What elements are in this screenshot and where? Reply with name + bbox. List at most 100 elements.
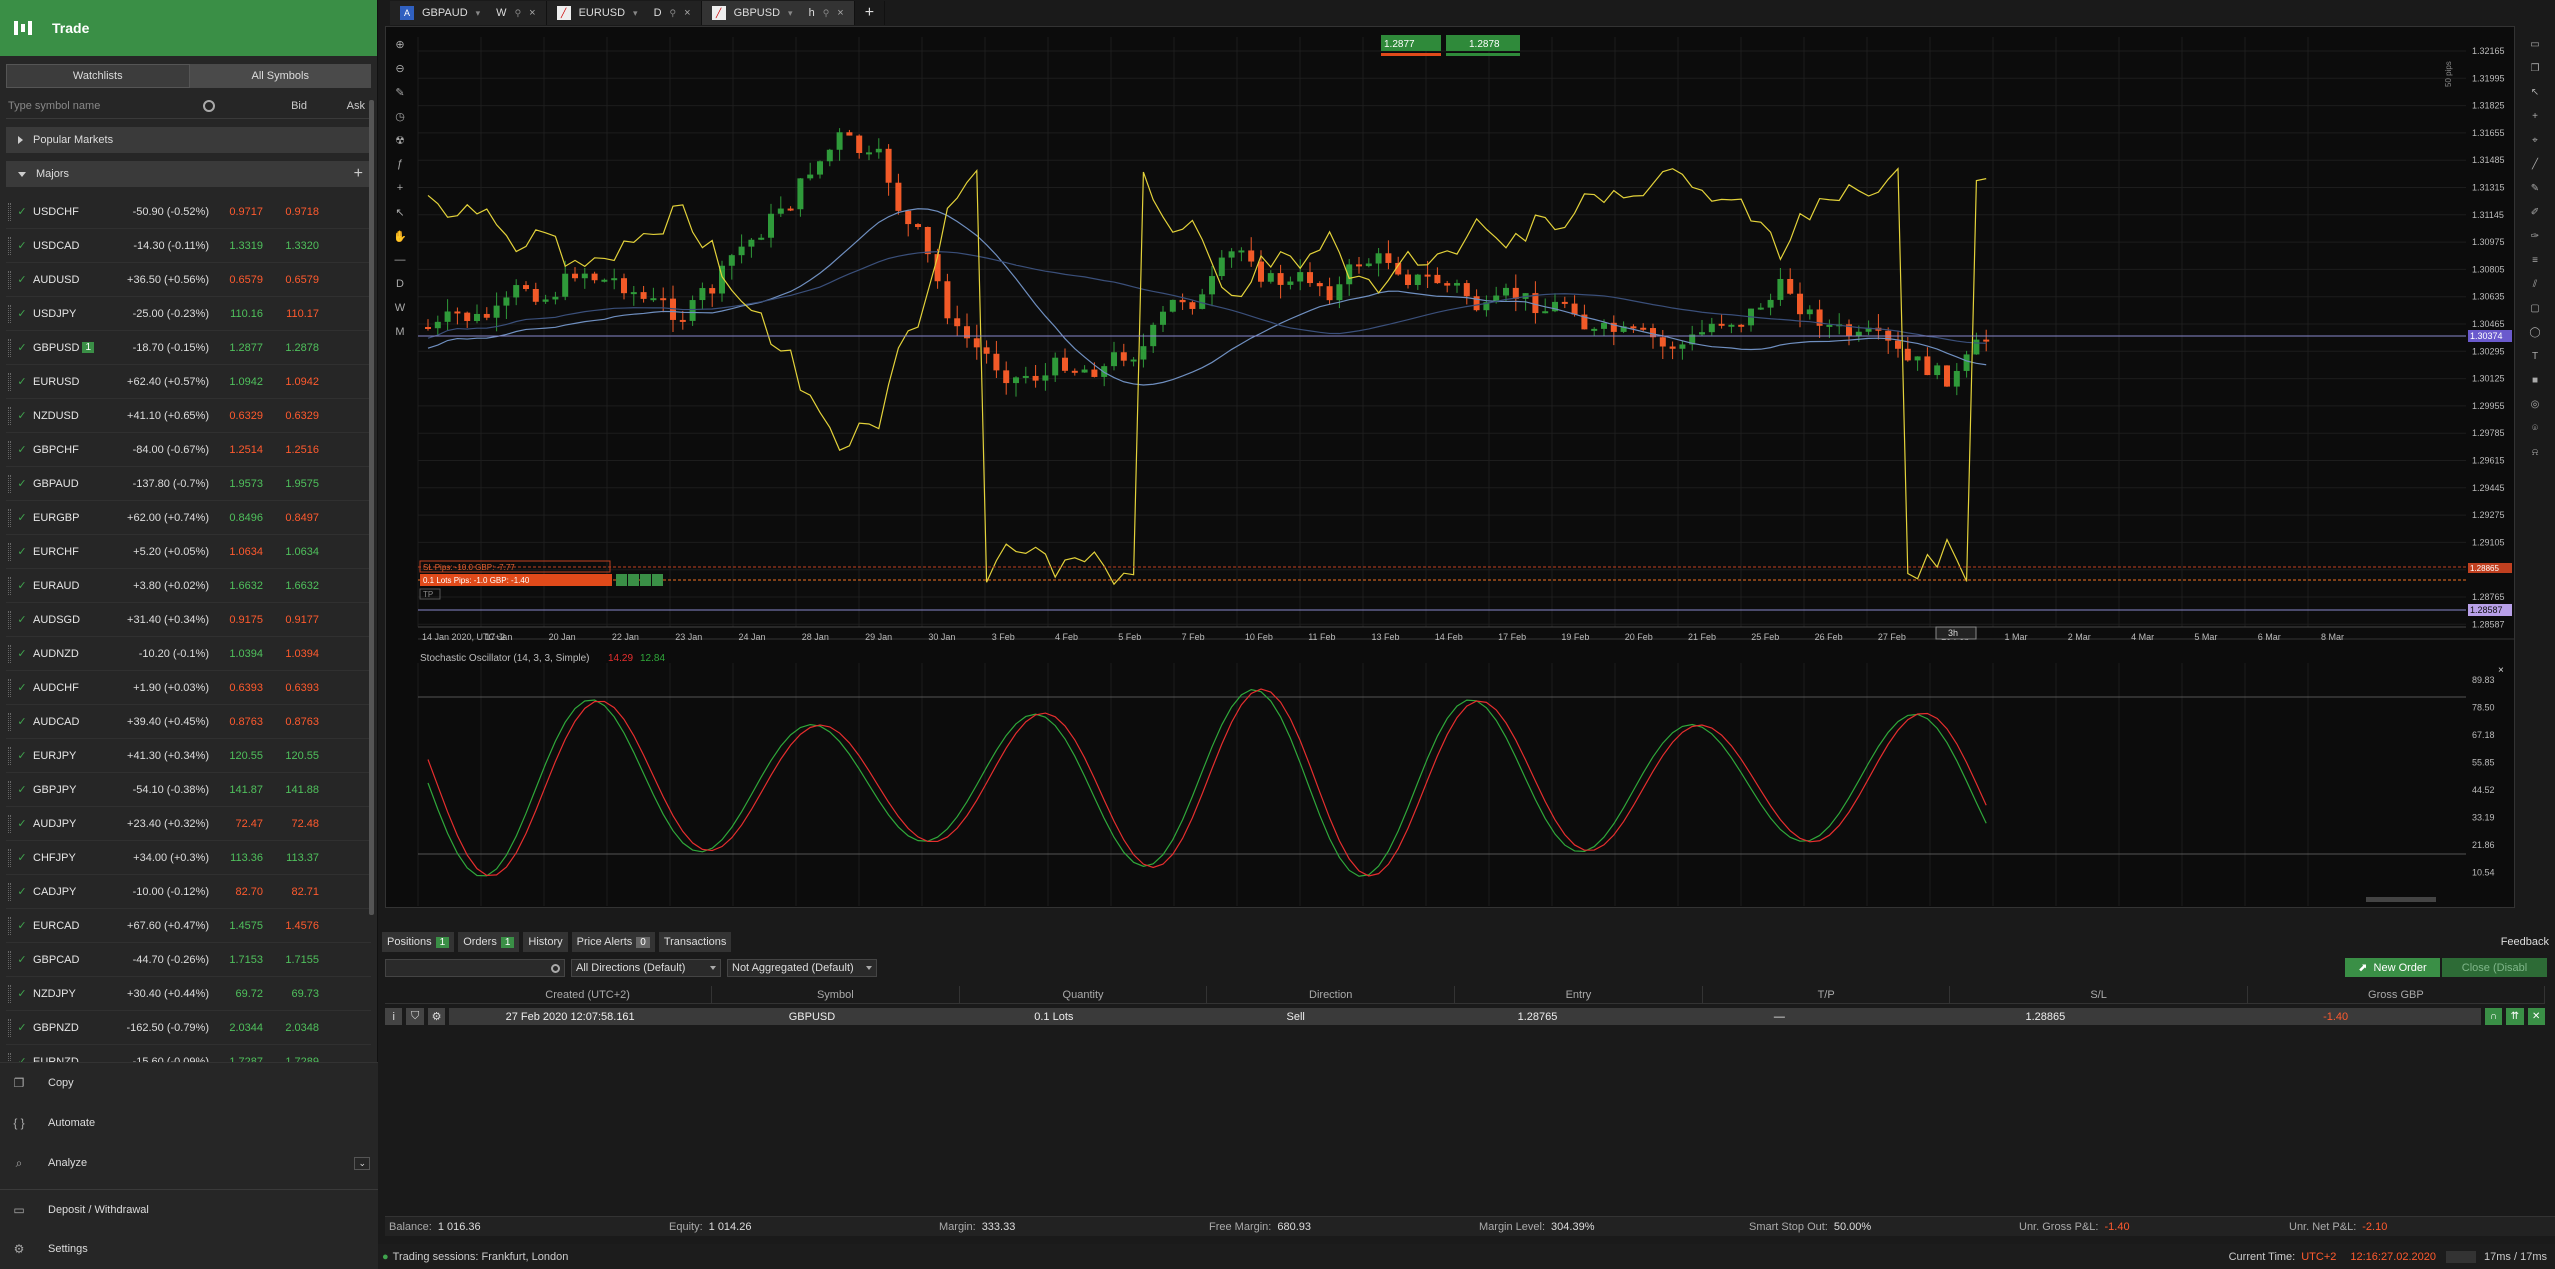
cursor-icon[interactable]: ↖ [390, 202, 410, 222]
aggregation-select[interactable]: Not Aggregated (Default) [727, 959, 877, 977]
watchlist-row[interactable]: ✓ GBPNZD -162.50 (-0.79%) 2.0344 2.0348 [6, 1011, 371, 1045]
d-icon[interactable]: D [390, 274, 410, 294]
ask-price[interactable]: 1.6632 [265, 580, 321, 592]
link-icon[interactable]: ⚲ [515, 8, 522, 19]
pen-icon[interactable]: ✐ [2525, 202, 2545, 222]
add-symbol-icon[interactable]: + [354, 165, 363, 183]
watchlist-scrollbar[interactable] [369, 100, 374, 915]
column-header[interactable]: Symbol [712, 986, 960, 1003]
ask-price[interactable]: 1.0942 [265, 376, 321, 388]
bid-price[interactable]: 82.70 [209, 886, 265, 898]
group-majors[interactable]: Majors + [6, 161, 371, 187]
bid-price[interactable]: 141.87 [209, 784, 265, 796]
column-header[interactable]: Direction [1207, 986, 1456, 1003]
watchlist-row[interactable]: ✓ EURGBP +62.00 (+0.74%) 0.8496 0.8497 [6, 501, 371, 535]
window-icon[interactable]: ❐ [2525, 58, 2545, 78]
watchlist-row[interactable]: ✓ GBPJPY -54.10 (-0.38%) 141.87 141.88 [6, 773, 371, 807]
trade-header[interactable]: Trade [0, 0, 377, 56]
tab-all-symbols[interactable]: All Symbols [189, 64, 371, 88]
watchlist-row[interactable]: ✓ EURCHF +5.20 (+0.05%) 1.0634 1.0634 [6, 535, 371, 569]
settings-icon[interactable]: ⚙ [427, 1008, 446, 1025]
close-icon[interactable]: × [529, 7, 535, 19]
ask-price[interactable]: 120.55 [265, 750, 321, 762]
position-action-icon[interactable] [652, 574, 663, 586]
watchlist-row[interactable]: ✓ AUDCHF +1.90 (+0.03%) 0.6393 0.6393 [6, 671, 371, 705]
ask-price[interactable]: 113.37 [265, 852, 321, 864]
ellipse-icon[interactable]: ◯ [2525, 322, 2545, 342]
tab-positions[interactable]: Positions 1 [382, 932, 455, 952]
w-icon[interactable]: W [390, 298, 410, 318]
tab-watchlists[interactable]: Watchlists [6, 64, 190, 88]
ask-price[interactable]: 72.48 [265, 818, 321, 830]
ask-price[interactable]: 2.0348 [265, 1022, 321, 1034]
menu-item-automate[interactable]: { } Automate [0, 1103, 378, 1143]
watchlist-row[interactable]: ✓ EURJPY +41.30 (+0.34%) 120.55 120.55 [6, 739, 371, 773]
bid-price[interactable]: 0.9717 [209, 206, 265, 218]
add-tab-button[interactable]: + [855, 1, 886, 25]
bid-price[interactable]: 0.8496 [209, 512, 265, 524]
tab-timeframe[interactable]: h [809, 7, 815, 19]
ask-price[interactable]: 1.2878 [265, 342, 321, 354]
camera-icon[interactable]: ⌾ [2525, 418, 2545, 438]
chevron-down-icon[interactable]: ▾ [788, 8, 793, 19]
hand-icon[interactable]: ✋ [390, 226, 410, 246]
menu-item-deposit[interactable]: ▭ Deposit / Withdrawal [0, 1189, 378, 1229]
timezone-select[interactable]: UTC+2 [2301, 1251, 2336, 1263]
clock-icon[interactable]: ◷ [390, 106, 410, 126]
chart-tab-gbpaud[interactable]: A GBPAUD ▾ W ⚲ × [390, 1, 547, 25]
chart-canvas[interactable]: 1.32165 1.31995 1.31825 1.31655 1.31485 1.313… [386, 27, 2514, 907]
tab-transactions[interactable]: Transactions [658, 932, 732, 952]
bid-price[interactable]: 1.9573 [209, 478, 265, 490]
bid-price[interactable]: 1.3319 [209, 240, 265, 252]
bid-price[interactable]: 1.6632 [209, 580, 265, 592]
bid-price[interactable]: 0.6579 [209, 274, 265, 286]
column-header[interactable]: Entry [1455, 986, 1703, 1003]
ask-price[interactable]: 0.6579 [265, 274, 321, 286]
bid-price[interactable]: 69.72 [209, 988, 265, 1000]
watchlist-row[interactable]: ✓ NZDJPY +30.40 (+0.44%) 69.72 69.73 [6, 977, 371, 1011]
ask-price[interactable]: 110.17 [265, 308, 321, 320]
menu-item-settings[interactable]: ⚙ Settings [0, 1229, 378, 1269]
ask-price[interactable]: 1.4576 [265, 920, 321, 932]
tab-history[interactable]: History [523, 932, 568, 952]
ask-price[interactable]: 0.6329 [265, 410, 321, 422]
column-header[interactable]: T/P [1703, 986, 1951, 1003]
ask-price[interactable]: 1.3320 [265, 240, 321, 252]
close-indicator-icon[interactable]: × [2498, 665, 2504, 676]
ask-price[interactable]: 1.9575 [265, 478, 321, 490]
bid-price[interactable]: 2.0344 [209, 1022, 265, 1034]
bid-price[interactable]: 0.6393 [209, 682, 265, 694]
bid-price[interactable]: 110.16 [209, 308, 265, 320]
watchlist-row[interactable]: ✓ USDJPY -25.00 (-0.23%) 110.16 110.17 [6, 297, 371, 331]
watchlist-row[interactable]: ✓ AUDJPY +23.40 (+0.32%) 72.47 72.48 [6, 807, 371, 841]
bid-price[interactable]: 0.6329 [209, 410, 265, 422]
bid-price[interactable]: 113.36 [209, 852, 265, 864]
directions-select[interactable]: All Directions (Default) [571, 959, 721, 977]
reverse-icon[interactable]: ∩ [2484, 1008, 2503, 1025]
crosshair-icon[interactable]: + [2525, 106, 2545, 126]
chevron-down-icon[interactable]: ▾ [476, 8, 481, 19]
ask-price[interactable]: 69.73 [265, 988, 321, 1000]
chart-tab-eurusd[interactable]: ╱ EURUSD ▾ D ⚲ × [546, 1, 702, 25]
position-action-icon[interactable] [616, 574, 627, 586]
feedback-link[interactable]: Feedback [2501, 936, 2549, 948]
ask-price[interactable]: 141.88 [265, 784, 321, 796]
watchlist-row[interactable]: ✓ AUDCAD +39.40 (+0.45%) 0.8763 0.8763 [6, 705, 371, 739]
brush-icon[interactable]: ✑ [2525, 226, 2545, 246]
symbol-search-input[interactable]: Type symbol name [6, 100, 203, 112]
watchlist-row[interactable]: ✓ EURUSD +62.40 (+0.57%) 1.0942 1.0942 [6, 365, 371, 399]
link-icon[interactable]: ⚲ [823, 8, 830, 19]
search-icon[interactable] [203, 99, 215, 112]
protection-icon[interactable]: ⛉ [406, 1008, 424, 1025]
bid-price[interactable]: 1.2877 [209, 342, 265, 354]
watchlist-row[interactable]: ✓ CHFJPY +34.00 (+0.3%) 113.36 113.37 [6, 841, 371, 875]
tab-orders[interactable]: Orders 1 [458, 932, 520, 952]
watchlist-row[interactable]: ✓ EURAUD +3.80 (+0.02%) 1.6632 1.6632 [6, 569, 371, 603]
double-icon[interactable]: ⇈ [2506, 1008, 2524, 1025]
watchlist-row[interactable]: ✓ EURCAD +67.60 (+0.47%) 1.4575 1.4576 [6, 909, 371, 943]
layout-icon[interactable]: ▭ [2525, 34, 2545, 54]
bid-price[interactable]: 0.8763 [209, 716, 265, 728]
pointer-icon[interactable]: ⌖ [2525, 130, 2545, 150]
link-icon[interactable]: ⚲ [670, 8, 677, 19]
position-action-icon[interactable] [640, 574, 651, 586]
